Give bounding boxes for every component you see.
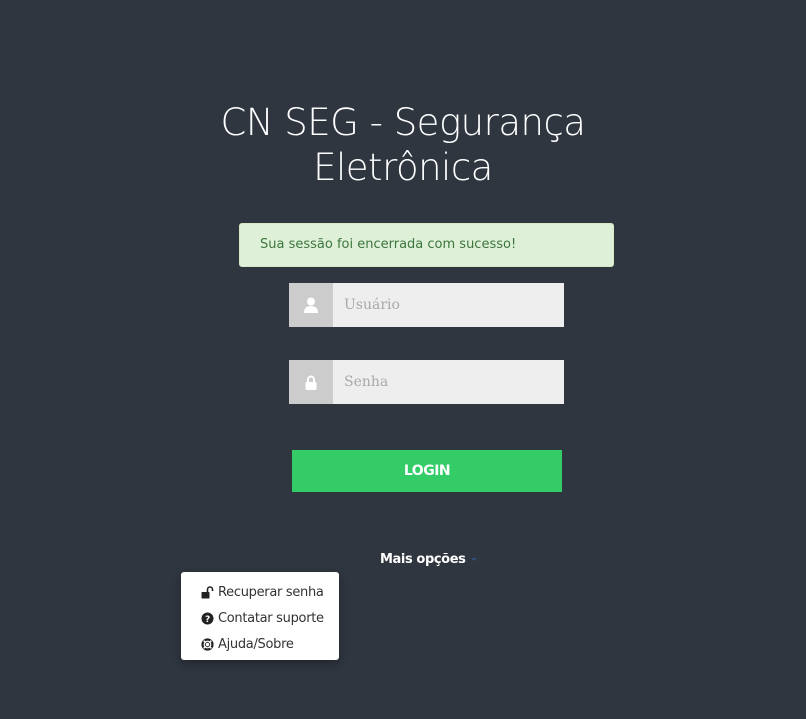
page-title: CN SEG - Segurança Eletrônica <box>0 100 806 190</box>
menu-item-label: Recuperar senha <box>218 584 324 600</box>
user-icon <box>289 283 333 327</box>
menu-item-label: Contatar suporte <box>218 610 324 626</box>
username-field-group <box>289 283 564 327</box>
more-options-toggle[interactable]: Mais opções <box>380 552 478 567</box>
password-field-group <box>289 360 564 404</box>
menu-item-label: Ajuda/Sobre <box>218 636 294 652</box>
question-circle-icon: ? <box>201 612 214 625</box>
svg-text:?: ? <box>205 615 210 625</box>
login-button[interactable]: LOGIN <box>292 450 562 492</box>
unlock-icon <box>201 585 214 599</box>
caret-down-icon <box>471 558 478 561</box>
session-ended-alert: Sua sessão foi encerrada com sucesso! <box>239 223 614 267</box>
password-input[interactable] <box>333 360 564 404</box>
username-input[interactable] <box>333 283 564 327</box>
life-ring-icon <box>201 637 214 651</box>
page-title-line2: Eletrônica <box>313 146 493 189</box>
menu-item-contact-support[interactable]: ? Contatar suporte <box>181 605 339 631</box>
menu-item-help-about[interactable]: Ajuda/Sobre <box>181 631 339 657</box>
login-page: CN SEG - Segurança Eletrônica Sua sessão… <box>0 0 806 719</box>
page-title-line1: CN SEG - Segurança <box>220 101 586 144</box>
more-options-menu: Recuperar senha ? Contatar suporte Ajuda… <box>181 572 339 660</box>
more-options-label: Mais opções <box>380 552 466 567</box>
lock-icon <box>289 360 333 404</box>
menu-item-recover-password[interactable]: Recuperar senha <box>181 579 339 605</box>
alert-message: Sua sessão foi encerrada com sucesso! <box>260 237 517 252</box>
